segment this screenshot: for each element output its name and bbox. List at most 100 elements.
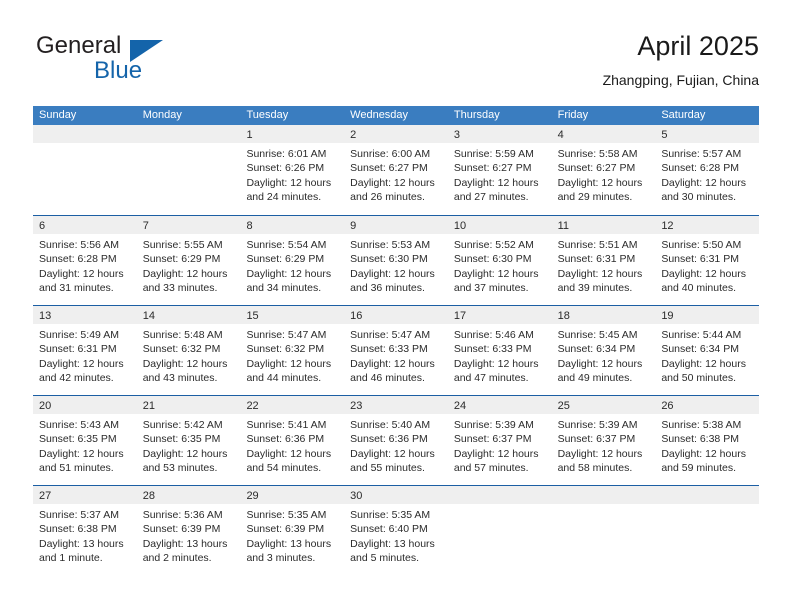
day-details: Sunrise: 5:38 AM Sunset: 6:38 PM Daylight:… [655,414,759,476]
day-cell-18[interactable]: 18 Sunrise: 5:45 AM Sunset: 6:34 PM Dayligh… [551,306,656,395]
day-number-band: 29 [240,486,345,504]
calendar-weeks: 1 Sunrise: 6:01 AM Sunset: 6:26 PM Daylight… [33,125,760,575]
day-cell-29[interactable]: 29 Sunrise: 5:35 AM Sunset: 6:39 PM Dayligh… [240,486,345,575]
daylight-text: Daylight: 12 hours [453,447,539,460]
day-cell-1[interactable]: 1 Sunrise: 6:01 AM Sunset: 6:26 PM Daylight… [240,125,345,215]
daylight-text: Daylight: 12 hours [246,447,332,460]
day-details: Sunrise: 5:56 AM Sunset: 6:28 PM Daylight:… [33,234,137,296]
day-number: 14 [142,310,155,322]
day-cell-26[interactable]: 26 Sunrise: 5:38 AM Sunset: 6:38 PM Dayligh… [655,396,760,485]
brand-name-blue: Blue [94,57,143,84]
day-cell-14[interactable]: 14 Sunrise: 5:48 AM Sunset: 6:32 PM Dayligh… [136,306,241,395]
day-cell-2[interactable]: 2 Sunrise: 6:00 AM Sunset: 6:27 PM Daylight… [344,125,448,215]
sunrise-text: Sunrise: 5:49 AM [39,329,119,341]
day-details: Sunrise: 5:42 AM Sunset: 6:35 PM Daylight:… [137,414,241,476]
sunrise-text: Sunrise: 5:37 AM [39,509,119,521]
sunset-text: Sunset: 6:31 PM [39,343,117,356]
day-number: 3 [453,129,460,141]
daylight-text-cont: and 37 minutes. [453,282,529,295]
sunset-text: Sunset: 6:32 PM [142,343,221,356]
day-cell-17[interactable]: 17 Sunrise: 5:46 AM Sunset: 6:33 PM Dayligh… [447,306,552,395]
calendar-week-row: 27 Sunrise: 5:37 AM Sunset: 6:38 PM Dayligh… [33,485,760,575]
day-cell-30[interactable]: 30 Sunrise: 5:35 AM Sunset: 6:40 PM Dayligh… [344,486,448,575]
day-details: Sunrise: 5:48 AM Sunset: 6:32 PM Daylight:… [137,324,241,386]
day-cell-7[interactable]: 7 Sunrise: 5:55 AM Sunset: 6:29 PM Daylight… [136,216,241,305]
day-cell-9[interactable]: 9 Sunrise: 5:53 AM Sunset: 6:30 PM Daylight… [344,216,448,305]
sunset-text: Sunset: 6:29 PM [246,253,325,266]
weekday-header-tuesday: Tuesday [246,109,289,121]
day-cell-5[interactable]: 5 Sunrise: 5:57 AM Sunset: 6:28 PM Daylight… [655,125,760,215]
day-cell-28[interactable]: 28 Sunrise: 5:36 AM Sunset: 6:39 PM Dayligh… [136,486,241,575]
day-cell-4[interactable]: 4 Sunrise: 5:58 AM Sunset: 6:27 PM Daylight… [551,125,656,215]
day-cell-16[interactable]: 16 Sunrise: 5:47 AM Sunset: 6:33 PM Dayligh… [344,306,448,395]
day-details: Sunrise: 5:35 AM Sunset: 6:40 PM Daylight:… [344,504,448,566]
day-details: Sunrise: 5:54 AM Sunset: 6:29 PM Daylight:… [240,234,344,296]
calendar-week-row: 6 Sunrise: 5:56 AM Sunset: 6:28 PM Daylight… [33,215,760,305]
day-cell-20[interactable]: 20 Sunrise: 5:43 AM Sunset: 6:35 PM Dayligh… [33,396,137,485]
day-cell-25[interactable]: 25 Sunrise: 5:39 AM Sunset: 6:37 PM Dayligh… [551,396,656,485]
day-number-band: 23 [344,396,448,414]
day-cell-24[interactable]: 24 Sunrise: 5:39 AM Sunset: 6:37 PM Dayligh… [447,396,552,485]
day-cell-3[interactable]: 3 Sunrise: 5:59 AM Sunset: 6:27 PM Daylight… [447,125,552,215]
day-cell-27[interactable]: 27 Sunrise: 5:37 AM Sunset: 6:38 PM Dayligh… [33,486,137,575]
day-number-band: 30 [344,486,448,504]
day-cell-19[interactable]: 19 Sunrise: 5:44 AM Sunset: 6:34 PM Dayligh… [655,306,760,395]
day-cell-22[interactable]: 22 Sunrise: 5:41 AM Sunset: 6:36 PM Dayligh… [240,396,345,485]
sunset-text: Sunset: 6:35 PM [39,433,117,446]
daylight-text: Daylight: 12 hours [39,357,124,370]
day-number: 13 [39,310,52,322]
day-cell-8[interactable]: 8 Sunrise: 5:54 AM Sunset: 6:29 PM Daylight… [240,216,345,305]
daylight-text-cont: and 43 minutes. [142,372,218,385]
day-number: 5 [661,129,668,141]
day-cell-10[interactable]: 10 Sunrise: 5:52 AM Sunset: 6:30 PM Dayligh… [447,216,552,305]
day-details: Sunrise: 5:45 AM Sunset: 6:34 PM Daylight:… [552,324,656,386]
daylight-text-cont: and 27 minutes. [453,191,529,204]
day-number: 2 [350,129,357,141]
daylight-text-cont: and 46 minutes. [350,372,425,385]
daylight-text: Daylight: 12 hours [661,267,746,280]
day-details: Sunrise: 5:39 AM Sunset: 6:37 PM Daylight:… [448,414,552,476]
day-number: 23 [350,400,363,412]
sunset-text: Sunset: 6:34 PM [661,343,739,356]
sunrise-text: Sunrise: 5:51 AM [557,239,638,251]
daylight-text: Daylight: 13 hours [246,537,332,550]
day-cell-12[interactable]: 12 Sunrise: 5:50 AM Sunset: 6:31 PM Dayligh… [655,216,760,305]
day-details [448,504,552,508]
sunset-text: Sunset: 6:35 PM [142,433,221,446]
sunset-text: Sunset: 6:36 PM [350,433,428,446]
day-number: 17 [453,310,467,322]
day-cell-15[interactable]: 15 Sunrise: 5:47 AM Sunset: 6:32 PM Dayligh… [240,306,345,395]
daylight-text: Daylight: 12 hours [39,447,124,460]
daylight-text-cont: and 40 minutes. [661,282,737,295]
title-block: April 2025 Zhangping, Fujian, China [603,30,759,89]
day-cell-11[interactable]: 11 Sunrise: 5:51 AM Sunset: 6:31 PM Dayligh… [551,216,656,305]
daylight-text-cont: and 44 minutes. [246,372,322,385]
daylight-text-cont: and 31 minutes. [39,282,114,295]
sunset-text: Sunset: 6:37 PM [557,433,636,446]
brand-logo: General Blue [33,32,273,92]
day-details [655,504,759,508]
daylight-text: Daylight: 12 hours [557,357,643,370]
day-details: Sunrise: 5:55 AM Sunset: 6:29 PM Daylight:… [137,234,241,296]
sunrise-text: Sunrise: 6:00 AM [350,148,431,160]
daylight-text: Daylight: 13 hours [142,537,228,550]
sunset-text: Sunset: 6:27 PM [557,162,636,175]
day-details: Sunrise: 5:46 AM Sunset: 6:33 PM Daylight:… [448,324,552,386]
day-number-band: 1 [240,125,345,143]
weekday-header-thursday: Thursday [453,109,500,121]
sunrise-text: Sunrise: 5:46 AM [453,329,534,341]
day-number: 7 [142,220,149,232]
daylight-text-cont: and 49 minutes. [557,372,633,385]
day-number-band: 8 [240,216,345,234]
day-number-band: 21 [136,396,241,414]
day-cell-21[interactable]: 21 Sunrise: 5:42 AM Sunset: 6:35 PM Dayligh… [136,396,241,485]
day-cell-23[interactable]: 23 Sunrise: 5:40 AM Sunset: 6:36 PM Dayligh… [344,396,448,485]
day-cell-6[interactable]: 6 Sunrise: 5:56 AM Sunset: 6:28 PM Daylight… [33,216,137,305]
daylight-text-cont: and 34 minutes. [246,282,322,295]
daylight-text-cont: and 55 minutes. [350,462,425,475]
day-number-band: 26 [655,396,760,414]
day-cell-13[interactable]: 13 Sunrise: 5:49 AM Sunset: 6:31 PM Dayligh… [33,306,137,395]
day-number: 12 [661,220,674,232]
day-number-band: 13 [33,306,137,324]
daylight-text: Daylight: 13 hours [350,537,435,550]
